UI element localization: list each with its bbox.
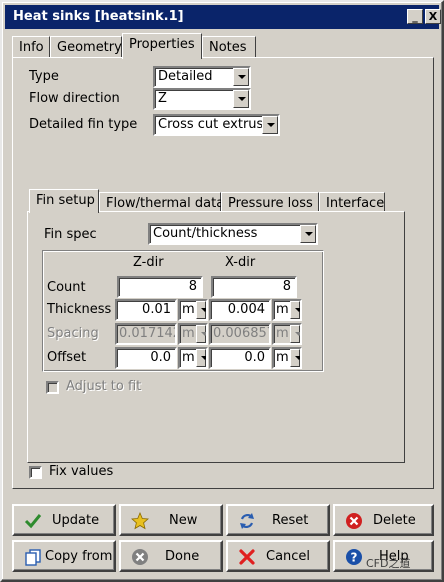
thickness-z-unit: m [182,302,195,317]
done-button[interactable]: Done [119,540,223,572]
chevron-down-icon [233,68,249,86]
chevron-down-icon [290,325,300,343]
chevron-down-icon [290,301,300,319]
detailed-fin-type-label: Detailed fin type [29,117,138,132]
update-button[interactable]: Update [12,504,116,536]
x-dir-header: X-dir [225,255,256,270]
title-bar: Heat sinks [heatsink.1] _ X [5,5,441,29]
flow-direction-select[interactable]: Z [153,88,251,110]
help-icon: ? [346,549,362,565]
delete-icon [346,513,362,529]
spacing-x-unit-select: m [272,323,302,345]
spacing-x-unit: m [276,326,289,341]
copy-icon [25,549,41,566]
offset-label: Offset [47,350,87,365]
tab-pressure-loss-label: Pressure loss [228,196,313,211]
copy-from-button-label: Copy from [45,549,113,564]
tab-properties-label: Properties [129,37,195,52]
offset-z-unit: m [182,350,195,365]
type-select[interactable]: Detailed [153,66,251,88]
done-icon [132,549,148,565]
tab-flow-thermal-data-label: Flow/thermal data [106,196,225,211]
fin-spec-value: Count/thickness [153,226,258,241]
reset-button-label: Reset [272,513,309,528]
cancel-button-label: Cancel [266,549,311,564]
offset-x-unit-select[interactable]: m [272,347,302,369]
properties-panel: Type Detailed Flow direction Z Detailed … [12,57,434,489]
thickness-x-unit: m [276,302,289,317]
spacing-z-input: 0.0171428 [115,323,177,345]
thickness-x-input[interactable]: 0.004 [209,299,271,321]
spacing-z-unit-select: m [178,323,208,345]
tab-notes-label: Notes [209,40,247,55]
type-select-value: Detailed [158,69,213,84]
tab-geometry[interactable]: Geometry [50,36,122,58]
z-dir-header: Z-dir [133,255,164,270]
minimize-button[interactable]: _ [407,9,423,24]
spacing-x-input: 0.0068571 [209,323,271,345]
chevron-down-icon [196,301,206,319]
type-label: Type [29,69,59,84]
refresh-icon [240,513,254,529]
thickness-z-input[interactable]: 0.01 [115,299,177,321]
watermark: CFD之道 [366,557,411,570]
done-button-label: Done [165,549,200,564]
offset-x-input[interactable]: 0.0 [209,347,271,369]
fin-dimensions-group: Z-dir X-dir Count 8 8 Thickness 0.01 m 0… [42,250,324,372]
tab-fin-setup[interactable]: Fin setup [29,189,99,213]
tab-info-label: Info [19,40,44,55]
fin-spec-label: Fin spec [44,227,97,242]
tab-interface-label: Interface [326,196,385,211]
copy-from-button[interactable]: Copy from [12,540,116,572]
flow-direction-label: Flow direction [29,91,120,106]
delete-button-label: Delete [373,513,416,528]
fin-setup-panel: Fin spec Count/thickness Z-dir X-dir Cou… [27,211,405,463]
chevron-down-icon [196,349,206,367]
reset-button[interactable]: Reset [226,504,330,536]
fix-values-label: Fix values [49,464,114,479]
offset-x-unit: m [276,350,289,365]
spacing-z-unit: m [182,326,195,341]
svg-text:?: ? [351,551,358,565]
heat-sinks-window: Heat sinks [heatsink.1] _ X Info Geometr… [0,0,444,582]
thickness-x-unit-select[interactable]: m [272,299,302,321]
chevron-down-icon [300,225,316,243]
fin-spec-select[interactable]: Count/thickness [148,223,318,245]
adjust-to-fit-label: Adjust to fit [66,379,142,394]
tab-info[interactable]: Info [12,36,50,58]
close-button[interactable]: X [425,9,441,24]
spacing-label: Spacing [47,326,99,341]
tab-notes[interactable]: Notes [202,36,256,58]
chevron-down-icon [196,325,206,343]
adjust-to-fit-checkbox [46,381,59,394]
chevron-down-icon [290,349,300,367]
offset-z-unit-select[interactable]: m [178,347,208,369]
window-title: Heat sinks [heatsink.1] [13,9,184,24]
checkmark-icon [24,514,42,529]
update-button-label: Update [52,513,100,528]
chevron-down-icon [262,116,278,134]
thickness-label: Thickness [47,302,112,317]
delete-button[interactable]: Delete [333,504,434,536]
flow-direction-value: Z [158,91,167,106]
tab-properties[interactable]: Properties [122,33,202,59]
count-label: Count [47,280,86,295]
count-z-input[interactable]: 8 [117,276,203,298]
tab-fin-setup-label: Fin setup [36,193,95,208]
new-button[interactable]: New [119,504,223,536]
new-button-label: New [169,513,198,528]
count-x-input[interactable]: 8 [211,276,297,298]
chevron-down-icon [233,90,249,108]
cancel-button[interactable]: Cancel [226,540,330,572]
fix-values-checkbox[interactable] [29,466,42,479]
cancel-icon [239,549,255,565]
star-icon [131,512,149,530]
thickness-z-unit-select[interactable]: m [178,299,208,321]
offset-z-input[interactable]: 0.0 [115,347,177,369]
detailed-fin-type-select[interactable]: Cross cut extrusion [153,114,280,136]
tab-geometry-label: Geometry [57,40,122,55]
